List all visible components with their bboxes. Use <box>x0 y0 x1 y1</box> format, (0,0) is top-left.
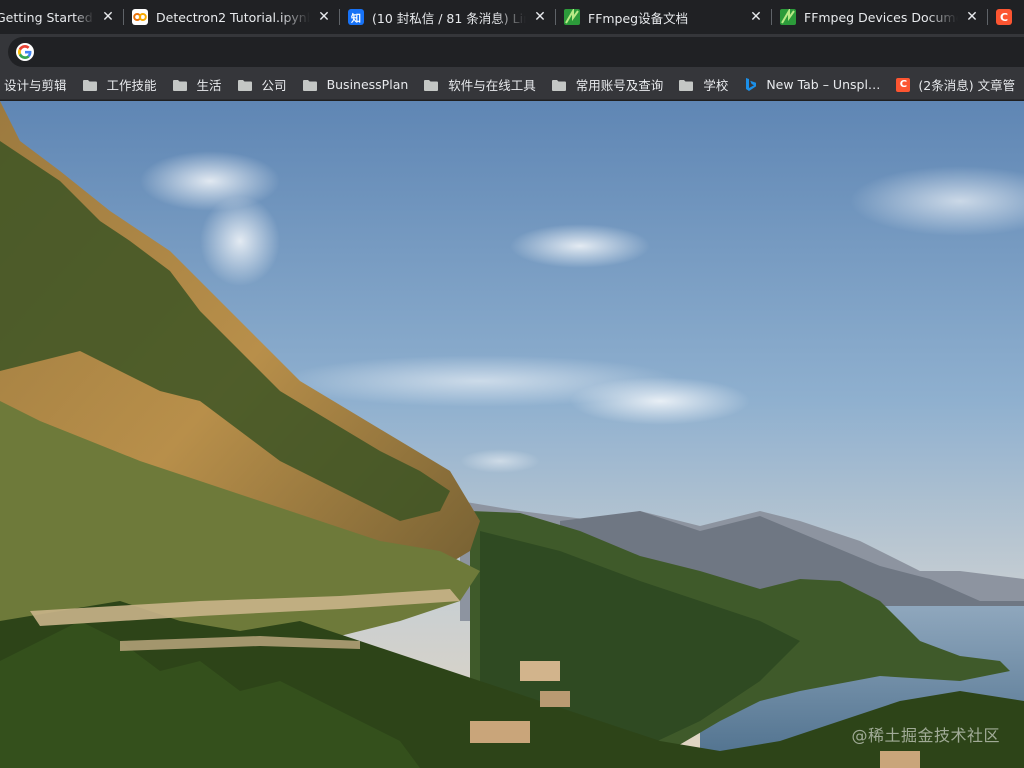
tab-csdn[interactable]: C <box>988 0 1024 34</box>
bookmark-folder-tools[interactable]: 软件与在线工具 <box>416 73 544 97</box>
csdn-icon: C <box>996 9 1012 25</box>
tab-title: FFmpeg Devices Documentation <box>804 9 958 25</box>
omnibox-input[interactable] <box>44 40 944 64</box>
folder-icon <box>302 79 317 91</box>
bookmark-label: 公司 <box>261 78 287 93</box>
folder-icon <box>237 79 252 91</box>
bookmark-label: 设计与剪辑 <box>4 78 67 93</box>
ffmpeg-icon <box>780 9 796 25</box>
toolbar <box>0 34 1024 70</box>
bing-icon <box>744 77 758 92</box>
bookmarks-bar: 设计与剪辑 工作技能 生活 公司 BusinessPlan 软件与在线工具 常用… <box>0 70 1024 100</box>
bookmark-csdn-articles[interactable]: C (2条消息) 文章管 <box>888 73 1023 97</box>
bookmark-new-tab-unsplash[interactable]: New Tab – Unspl… <box>736 73 888 97</box>
tab-title: (10 封私信 / 81 条消息) Linux <box>372 10 526 26</box>
google-icon <box>16 43 34 61</box>
landscape-photo <box>0 101 1024 768</box>
bookmark-folder-work-skills[interactable]: 工作技能 <box>75 73 165 97</box>
bookmark-label: 生活 <box>196 78 222 93</box>
close-icon[interactable]: ✕ <box>100 9 116 25</box>
tab-zhihu-messages[interactable]: 知 (10 封私信 / 81 条消息) Linux ✕ <box>340 0 556 34</box>
address-bar[interactable] <box>8 37 1024 67</box>
close-icon[interactable]: ✕ <box>532 9 548 25</box>
zhihu-icon: 知 <box>348 9 364 25</box>
tab-detectron2-tutorial[interactable]: Detectron2 Tutorial.ipynb - Colaboratory… <box>124 0 340 34</box>
tab-title: Getting Started with Detectron2 <box>0 9 94 25</box>
bookmark-folder-school[interactable]: 学校 <box>671 73 736 97</box>
bookmark-label: BusinessPlan <box>326 77 409 92</box>
tab-getting-started[interactable]: Getting Started with Detectron2 ✕ <box>0 0 124 34</box>
tab-title: FFmpeg设备文档 <box>588 10 689 26</box>
folder-icon <box>551 79 566 91</box>
bookmark-label: 软件与在线工具 <box>448 78 536 93</box>
close-icon[interactable]: ✕ <box>748 9 764 25</box>
colab-icon <box>132 9 148 25</box>
ffmpeg-icon <box>564 9 580 25</box>
bookmark-folder-businessplan[interactable]: BusinessPlan <box>295 73 417 97</box>
bookmark-folder-life[interactable]: 生活 <box>165 73 230 97</box>
folder-icon <box>679 79 694 91</box>
bookmark-folder-design[interactable]: 设计与剪辑 <box>0 73 75 97</box>
bookmark-label: 常用账号及查询 <box>575 78 664 93</box>
watermark: @稀土掘金技术社区 <box>851 726 1000 745</box>
folder-icon <box>172 79 187 91</box>
bookmark-folder-company[interactable]: 公司 <box>230 73 295 97</box>
close-icon[interactable]: ✕ <box>964 9 980 25</box>
folder-icon <box>424 79 439 91</box>
bookmark-label: New Tab – Unspl… <box>766 77 881 92</box>
tab-strip: Getting Started with Detectron2 ✕ Detect… <box>0 0 1024 34</box>
bookmark-label: (2条消息) 文章管 <box>918 78 1016 93</box>
folder-icon <box>82 79 97 91</box>
csdn-icon: C <box>896 77 911 92</box>
tab-ffmpeg-cn[interactable]: FFmpeg设备文档 ✕ <box>556 0 772 34</box>
new-tab-background: @稀土掘金技术社区 <box>0 101 1024 768</box>
tab-ffmpeg-en[interactable]: FFmpeg Devices Documentation ✕ <box>772 0 988 34</box>
bookmark-label: 工作技能 <box>106 78 157 93</box>
close-icon[interactable]: ✕ <box>316 9 332 25</box>
bookmark-label: 学校 <box>703 78 729 93</box>
tab-title: Detectron2 Tutorial.ipynb - Colaboratory <box>156 9 310 25</box>
bookmark-folder-accounts[interactable]: 常用账号及查询 <box>544 73 672 97</box>
